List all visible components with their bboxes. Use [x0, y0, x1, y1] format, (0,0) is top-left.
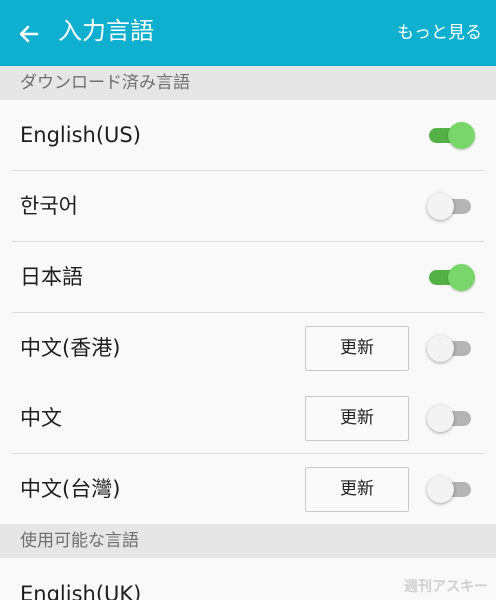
language-row-chinese-hk[interactable]: 中文(香港) 更新 [0, 313, 496, 384]
language-label: 한국어 [20, 194, 78, 218]
language-row-chinese[interactable]: 中文 更新 [0, 383, 496, 454]
language-label: 日本語 [20, 265, 83, 289]
update-button[interactable]: 更新 [305, 326, 409, 371]
language-label: English(UK) [20, 582, 142, 600]
update-button[interactable]: 更新 [305, 396, 409, 441]
page-title: 入力言語 [58, 17, 154, 45]
language-row-korean[interactable]: 한국어 [0, 171, 496, 242]
toggle-knob [448, 264, 475, 291]
app-bar: 入力言語 もっと見る [0, 0, 496, 66]
toggle-knob [427, 193, 454, 220]
language-toggle[interactable] [427, 404, 475, 432]
update-button[interactable]: 更新 [305, 467, 409, 512]
language-label: 中文(香港) [20, 336, 121, 360]
language-label: 中文(台灣) [20, 477, 121, 501]
section-header-available: 使用可能な言語 [0, 524, 496, 558]
language-row-english-us[interactable]: English(US) [0, 100, 496, 171]
language-label: English(US) [20, 123, 141, 147]
language-toggle[interactable] [427, 475, 475, 503]
language-toggle[interactable] [427, 263, 475, 291]
toggle-knob [427, 476, 454, 503]
watermark: 週刊アスキー [404, 579, 488, 595]
toggle-knob [427, 335, 454, 362]
language-label: 中文 [20, 406, 62, 430]
more-button[interactable]: もっと見る [397, 20, 482, 46]
language-toggle[interactable] [427, 192, 475, 220]
language-toggle[interactable] [427, 334, 475, 362]
toggle-knob [448, 122, 475, 149]
language-row-chinese-tw[interactable]: 中文(台灣) 更新 [0, 454, 496, 524]
back-button[interactable] [14, 19, 44, 49]
language-toggle[interactable] [427, 121, 475, 149]
arrow-left-icon [19, 25, 39, 43]
language-row-japanese[interactable]: 日本語 [0, 242, 496, 313]
section-header-downloaded: ダウンロード済み言語 [0, 66, 496, 100]
toggle-knob [427, 405, 454, 432]
